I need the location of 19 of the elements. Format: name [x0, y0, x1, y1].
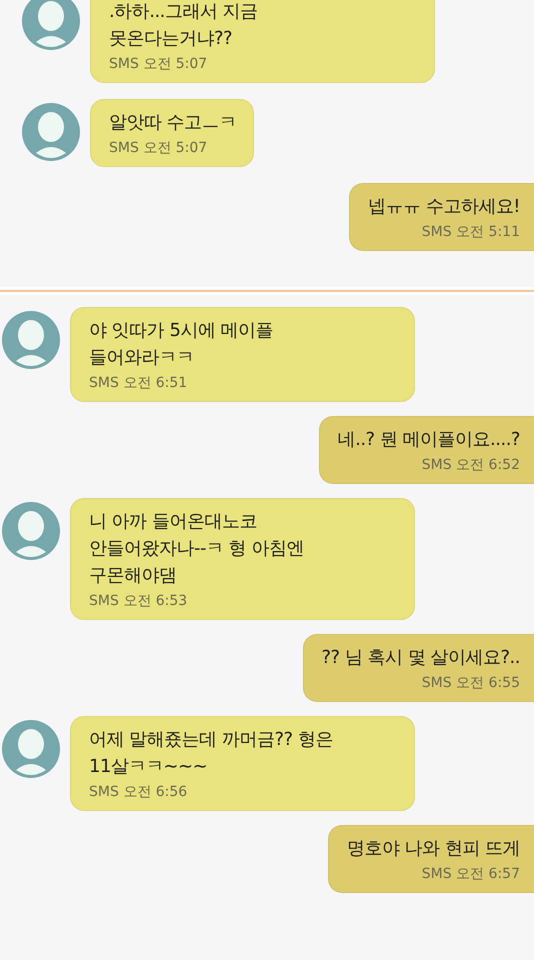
message-time: SMS 오전 6:52 [420, 456, 520, 475]
message-time: SMS 오전 6:53 [89, 592, 188, 611]
message-time: SMS 오전 6:55 [420, 674, 520, 693]
message-text: 니 아까 들어온대노코 안들어왔자나--ㅋ 형 아침엔 구몬해야댐 [89, 510, 305, 588]
message-time: SMS 오전 6:56 [89, 783, 188, 802]
message-text: 명호야 나와 현피 뜨게 [346, 837, 520, 861]
avatar-icon [22, 103, 80, 161]
message-text: .하하...그래서 지금 못온다는거냐?? [109, 0, 259, 51]
message-time: SMS 오전 6:57 [420, 865, 520, 884]
message-text: 네..? 뭔 메이플이요....? [338, 428, 520, 452]
message-time: SMS 오전 5:11 [420, 223, 520, 242]
message-text: ?? 님 혹시 몇 살이세요?.. [322, 646, 520, 670]
message-time: SMS 오전 5:07 [109, 55, 208, 74]
message-text: 알앗따 수고ㅡㅋ [109, 111, 237, 135]
message-time: SMS 오전 6:51 [89, 374, 188, 393]
message-text: 어제 말해죴는데 까머금?? 형은 11살ㅋㅋ~~~ [89, 728, 334, 779]
message-text: 넵ㅠㅠ 수고하세요! [368, 195, 520, 219]
message-text: 야 잇따가 5시에 메이플 들어와라ㅋㅋ [89, 319, 274, 370]
message-time: SMS 오전 5:07 [109, 139, 208, 158]
